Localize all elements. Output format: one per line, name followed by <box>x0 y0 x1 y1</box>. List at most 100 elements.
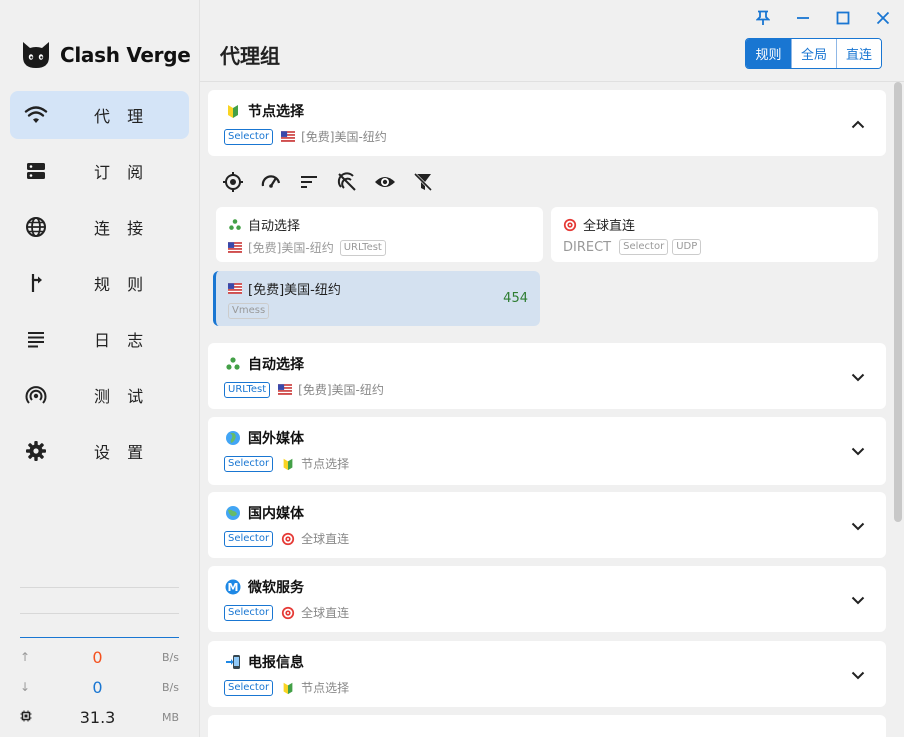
chevron-down-icon[interactable] <box>848 441 868 461</box>
wifi-icon <box>10 103 62 127</box>
beginner-icon <box>281 681 295 695</box>
sidebar-item-connections[interactable]: 连 接 <box>10 203 189 251</box>
mode-global-button[interactable]: 全局 <box>791 39 836 68</box>
proxy-group-header[interactable]: 自动选择 URLTest [免费]美国-纽约 <box>208 343 886 409</box>
sidebar-item-profiles[interactable]: 订 阅 <box>10 147 189 195</box>
radar-icon <box>10 383 62 407</box>
chevron-down-icon[interactable] <box>848 590 868 610</box>
proxy-delay[interactable]: 454 <box>503 291 528 306</box>
group-subtitle: Selector [免费]美国-纽约 <box>224 128 387 145</box>
sidebar-divider <box>20 587 179 588</box>
sidebar-item-label: 设 置 <box>94 443 150 462</box>
globe-africa-icon <box>224 429 242 447</box>
window-controls <box>752 8 894 28</box>
sidebar-item-rules[interactable]: 规 则 <box>10 259 189 307</box>
timer-off-icon[interactable] <box>334 170 359 194</box>
proxy-group-header[interactable]: 国外媒体 Selector 节点选择 <box>208 417 886 485</box>
proxy-subtitle: Vmess <box>228 303 270 319</box>
proxy-type-tag: Selector <box>619 239 669 255</box>
proxy-group-header[interactable]: 国内媒体 Selector 全球直连 <box>208 492 886 558</box>
globe-asia-icon <box>224 504 242 522</box>
memory-chip-icon <box>20 710 36 725</box>
proxy-subtitle: [免费]美国-纽约 URLTest <box>228 239 386 256</box>
sidebar-item-logs[interactable]: 日 志 <box>10 315 189 363</box>
app-logo: Clash Verge <box>20 38 191 72</box>
group-title: 电报信息 <box>224 652 304 672</box>
locate-icon[interactable] <box>220 170 245 194</box>
app-name: Clash Verge <box>60 43 191 67</box>
group-subtitle: Selector 全球直连 <box>224 604 349 621</box>
sidebar-item-settings[interactable]: 设 置 <box>10 427 189 475</box>
mode-direct-button[interactable]: 直连 <box>836 39 881 68</box>
sidebar-item-proxies[interactable]: 代 理 <box>10 91 189 139</box>
group-title: 微软服务 <box>224 577 304 597</box>
sidebar-item-label: 代 理 <box>94 107 150 126</box>
main-panel: 代理组 规则 全局 直连 节点选择 Selector [免费]美国-纽约 自动选… <box>200 0 904 737</box>
mode-rule-button[interactable]: 规则 <box>746 39 791 68</box>
group-current-proxy: 全球直连 <box>301 606 350 620</box>
sidebar-item-label: 连 接 <box>94 219 150 238</box>
sidebar-item-label: 测 试 <box>94 387 150 406</box>
group-current-proxy: [免费]美国-纽约 <box>298 383 384 397</box>
proxy-name-text: 自动选择 <box>248 219 301 234</box>
dns-icon <box>10 159 62 183</box>
proxy-name-text: [免费]美国-纽约 <box>248 283 341 298</box>
us-flag-icon <box>278 383 292 397</box>
arrow-up-icon: ↑ <box>20 650 31 664</box>
fork-icon <box>10 271 62 295</box>
group-current-proxy: 节点选择 <box>301 457 350 471</box>
proxy-group-header[interactable]: 电报信息 Selector 节点选择 <box>208 641 886 707</box>
minimize-icon[interactable] <box>792 8 814 28</box>
sidebar-item-label: 规 则 <box>94 275 150 294</box>
filter-off-icon[interactable] <box>410 170 435 194</box>
group-name: 自动选择 <box>248 357 304 373</box>
sidebar-item-label: 日 志 <box>94 331 150 350</box>
chevron-down-icon[interactable] <box>848 516 868 536</box>
chevron-down-icon[interactable] <box>848 665 868 685</box>
proxy-card[interactable]: 自动选择 [免费]美国-纽约 URLTest <box>216 207 543 262</box>
notes-icon <box>10 327 62 351</box>
proxy-card[interactable]: 全球直连 DIRECT Selector UDP <box>551 207 878 262</box>
group-subtitle: Selector 节点选择 <box>224 455 349 472</box>
target-icon <box>281 532 295 546</box>
sort-icon[interactable] <box>296 170 321 194</box>
proxy-type-tag: Vmess <box>228 303 270 319</box>
group-title: 国外媒体 <box>224 428 304 448</box>
traffic-graph-baseline <box>20 637 179 638</box>
eye-icon[interactable] <box>372 170 397 194</box>
sidebar-divider <box>20 613 179 614</box>
sidebar-nav: 代 理 订 阅 连 接 规 则 日 志 测 试 设 置 <box>10 91 189 483</box>
proxy-group-header[interactable]: 微软服务 Selector 全球直连 <box>208 566 886 632</box>
us-flag-icon <box>281 130 295 144</box>
group-subtitle: URLTest [免费]美国-纽约 <box>224 381 384 398</box>
scrollbar[interactable] <box>894 82 902 522</box>
sidebar-item-test[interactable]: 测 试 <box>10 371 189 419</box>
pin-icon[interactable] <box>752 8 774 28</box>
speed-test-icon[interactable] <box>258 170 283 194</box>
proxy-name: 全球直连 <box>563 215 635 234</box>
globe-icon <box>10 215 62 239</box>
beginner-icon <box>281 457 295 471</box>
chevron-down-icon[interactable] <box>848 367 868 387</box>
download-unit: B/s <box>162 680 179 694</box>
group-current-proxy: [免费]美国-纽约 <box>301 130 387 144</box>
group-toolbar <box>220 170 435 194</box>
proxy-card-selected[interactable]: [免费]美国-纽约 Vmess 454 <box>213 271 540 326</box>
group-title: 自动选择 <box>224 354 304 374</box>
memory-unit: MB <box>161 710 179 724</box>
page-title: 代理组 <box>220 44 280 68</box>
maximize-icon[interactable] <box>832 8 854 28</box>
upload-unit: B/s <box>162 650 179 664</box>
proxy-group-header-partial[interactable] <box>208 715 886 737</box>
group-name: 节点选择 <box>248 104 304 120</box>
arrow-down-icon: ↓ <box>20 680 31 694</box>
target-icon <box>563 218 577 232</box>
close-icon[interactable] <box>872 8 894 28</box>
us-flag-icon <box>228 282 242 296</box>
group-current-proxy: 全球直连 <box>301 532 350 546</box>
header-divider <box>200 81 904 82</box>
chevron-up-icon[interactable] <box>848 114 868 134</box>
group-current-proxy: 节点选择 <box>301 681 350 695</box>
proxy-group-header[interactable]: 节点选择 Selector [免费]美国-纽约 <box>208 90 886 156</box>
group-type-tag: Selector <box>224 128 274 145</box>
